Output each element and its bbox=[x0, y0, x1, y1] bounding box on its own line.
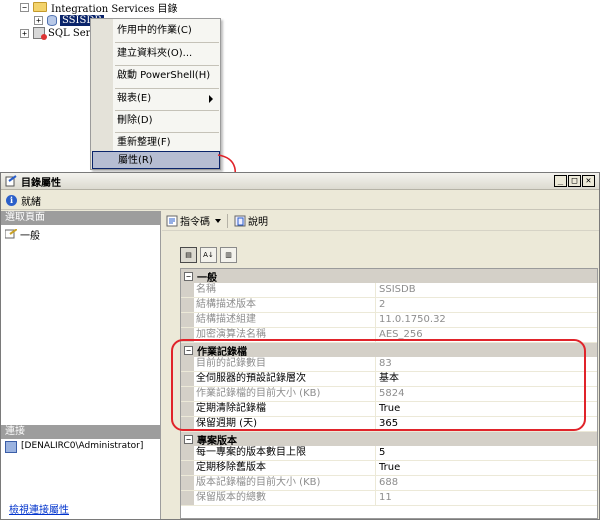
toolbar-separator bbox=[227, 213, 228, 228]
select-page-header: 選取頁面 bbox=[1, 211, 160, 225]
dialog-titlebar[interactable]: 目錄屬性 _ □ ✕ bbox=[1, 173, 599, 190]
property-value: 688 bbox=[379, 477, 399, 488]
category-general[interactable]: − 一般 bbox=[181, 269, 597, 284]
script-icon bbox=[166, 215, 178, 227]
row-gutter bbox=[181, 476, 194, 490]
property-row[interactable]: 每一專案的版本數目上限 5 bbox=[181, 446, 597, 461]
connection-header: 連接 bbox=[1, 425, 160, 439]
submenu-arrow-icon bbox=[209, 95, 213, 103]
help-label: 說明 bbox=[248, 217, 268, 228]
category-project-versions[interactable]: − 專案版本 bbox=[181, 432, 597, 447]
row-gutter bbox=[181, 283, 194, 297]
page-item-general[interactable]: 一般 bbox=[1, 227, 160, 242]
property-value[interactable]: 5 bbox=[376, 446, 385, 460]
property-row[interactable]: 保留版本的總數 11 bbox=[181, 491, 597, 506]
property-row[interactable]: 結構描述版本 2 bbox=[181, 298, 597, 313]
tree-node-integration-services[interactable]: − Integration Services 目錄 bbox=[20, 0, 178, 15]
highlight-frame bbox=[171, 339, 586, 431]
property-pages-button[interactable]: ▥ bbox=[220, 247, 237, 263]
property-name: 每一專案的版本數目上限 bbox=[194, 446, 376, 460]
collapse-icon[interactable]: − bbox=[184, 434, 193, 444]
alphabetical-button[interactable]: A↓ bbox=[200, 247, 217, 263]
property-name: 結構描述版本 bbox=[194, 298, 376, 312]
collapse-icon[interactable]: − bbox=[184, 271, 193, 281]
close-button[interactable]: ✕ bbox=[582, 175, 595, 187]
collapse-icon[interactable]: − bbox=[20, 2, 29, 12]
menu-item-create-folder[interactable]: 建立資料夾(O)... bbox=[113, 45, 221, 63]
property-value[interactable]: True bbox=[376, 461, 400, 475]
category-label: 專案版本 bbox=[197, 435, 237, 447]
window-controls: _ □ ✕ bbox=[554, 175, 595, 187]
property-row[interactable]: 名稱 SSISDB bbox=[181, 283, 597, 298]
row-gutter bbox=[181, 313, 194, 327]
menu-separator bbox=[115, 42, 219, 43]
menu-separator bbox=[115, 132, 219, 133]
menu-item-delete[interactable]: 刪除(D) bbox=[113, 112, 221, 130]
dialog-status-bar: i 就緒 bbox=[1, 191, 599, 210]
maximize-button[interactable]: □ bbox=[568, 175, 581, 187]
help-button[interactable]: 說明 bbox=[234, 213, 268, 228]
status-text: 就緒 bbox=[21, 196, 41, 208]
menu-item-active-operations[interactable]: 作用中的作業(C) bbox=[113, 22, 221, 40]
property-row[interactable]: 結構描述組建 11.0.1750.32 bbox=[181, 313, 597, 328]
property-grid-toolbar: ▤ A↓ ▥ bbox=[180, 247, 237, 263]
row-gutter bbox=[181, 298, 194, 312]
database-icon bbox=[47, 14, 57, 26]
select-page-pane: 選取頁面 一般 連接 [DENALIRC0\Administrator] 檢視連… bbox=[1, 211, 161, 519]
expand-icon[interactable]: + bbox=[34, 15, 43, 25]
property-row[interactable]: 定期移除舊版本 True bbox=[181, 461, 597, 476]
server-agent-icon bbox=[33, 27, 47, 40]
expand-icon[interactable]: + bbox=[20, 28, 29, 38]
info-icon: i bbox=[6, 194, 17, 206]
property-name: 保留版本的總數 bbox=[194, 491, 376, 505]
menu-separator bbox=[115, 88, 219, 89]
menu-separator bbox=[115, 110, 219, 111]
category-label: 一般 bbox=[197, 272, 217, 284]
script-button[interactable]: 指令碼 bbox=[166, 213, 210, 228]
dialog-title: 目錄屬性 bbox=[21, 177, 61, 189]
view-connection-properties-link[interactable]: 檢視連接屬性 bbox=[9, 501, 69, 516]
menu-icon-strip bbox=[91, 19, 113, 169]
property-row[interactable]: 版本記錄檔的目前大小 (KB) 688 bbox=[181, 476, 597, 491]
properties-icon bbox=[5, 175, 17, 187]
categorized-button[interactable]: ▤ bbox=[180, 247, 197, 263]
script-dropdown-icon[interactable] bbox=[215, 218, 221, 223]
property-value: 2 bbox=[379, 299, 386, 310]
context-menu: 作用中的作業(C) 建立資料夾(O)... 啟動 PowerShell(H) 報… bbox=[90, 18, 221, 170]
dialog-toolbar: 指令碼 說明 bbox=[162, 211, 599, 231]
folder-icon bbox=[33, 2, 47, 12]
property-name: 結構描述組建 bbox=[194, 313, 376, 327]
general-page-icon bbox=[4, 228, 18, 239]
property-value: SSISDB bbox=[379, 284, 416, 295]
property-name: 名稱 bbox=[194, 283, 376, 297]
row-gutter bbox=[181, 446, 194, 460]
minimize-button[interactable]: _ bbox=[554, 175, 567, 187]
property-value: 11.0.1750.32 bbox=[379, 314, 446, 325]
script-label: 指令碼 bbox=[180, 217, 210, 228]
row-gutter bbox=[181, 491, 194, 505]
connection-text: [DENALIRC0\Administrator] bbox=[21, 441, 144, 451]
menu-item-label: 報表(E) bbox=[117, 93, 152, 104]
property-name: 定期移除舊版本 bbox=[194, 461, 376, 475]
connection-info: [DENALIRC0\Administrator] bbox=[5, 441, 155, 453]
row-gutter bbox=[181, 461, 194, 475]
menu-separator bbox=[115, 65, 219, 66]
property-name: 版本記錄檔的目前大小 (KB) bbox=[194, 476, 376, 490]
menu-item-start-powershell[interactable]: 啟動 PowerShell(H) bbox=[113, 67, 221, 85]
help-icon bbox=[234, 215, 246, 227]
property-value: 11 bbox=[379, 492, 392, 503]
menu-item-reports[interactable]: 報表(E) bbox=[113, 90, 221, 108]
server-connection-icon bbox=[5, 441, 17, 453]
page-item-label: 一般 bbox=[20, 230, 40, 242]
